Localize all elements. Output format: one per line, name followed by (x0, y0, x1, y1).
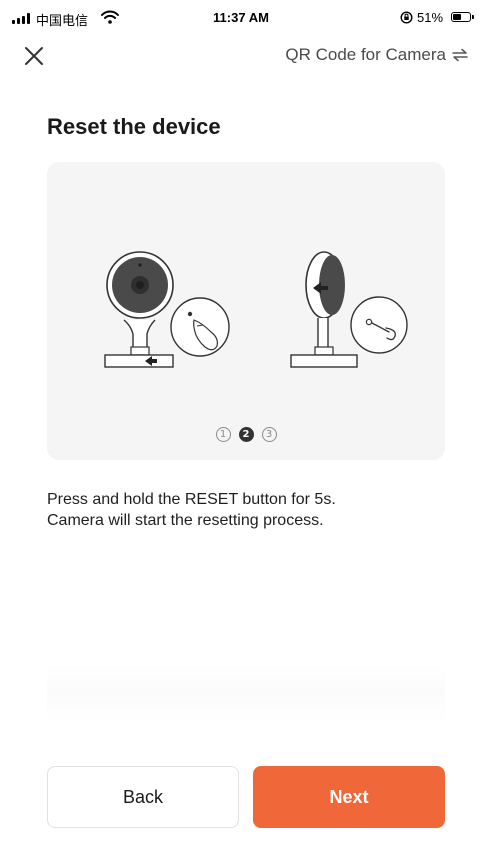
battery-level (453, 14, 461, 20)
orientation-lock-icon (400, 11, 413, 24)
step-dot-2: 2 (238, 427, 254, 442)
illustration-card: 123 (47, 162, 445, 460)
camera-front-view (104, 251, 174, 368)
camera-side-view (290, 251, 358, 368)
status-bar: 中国电信 11:37 AM 51% (0, 0, 482, 36)
faint-panel (47, 664, 445, 722)
instruction-text: Press and hold the RESET button for 5s. … (47, 489, 447, 531)
instruction-line: Camera will start the resetting process. (47, 512, 324, 529)
close-icon[interactable] (22, 44, 46, 68)
reset-illustration (104, 251, 408, 368)
finger-press-detail (170, 297, 230, 357)
switch-arrows-icon (452, 48, 468, 62)
battery-cap (472, 15, 474, 19)
page-title: Reset the device (47, 114, 221, 139)
qr-code-mode-switch[interactable]: QR Code for Camera (285, 45, 468, 65)
instruction-line: Press and hold the RESET button for 5s. (47, 491, 336, 508)
pin-reset-detail (350, 296, 408, 354)
next-button[interactable]: Next (253, 766, 445, 828)
battery-percent: 51% (417, 10, 444, 25)
nav-mode-label: QR Code for Camera (285, 45, 446, 64)
step-dot-1: 1 (215, 427, 231, 442)
step-indicator: 123 (47, 427, 445, 442)
back-button[interactable]: Back (47, 766, 239, 828)
step-dot-3: 3 (261, 427, 277, 442)
battery-icon (451, 12, 471, 22)
